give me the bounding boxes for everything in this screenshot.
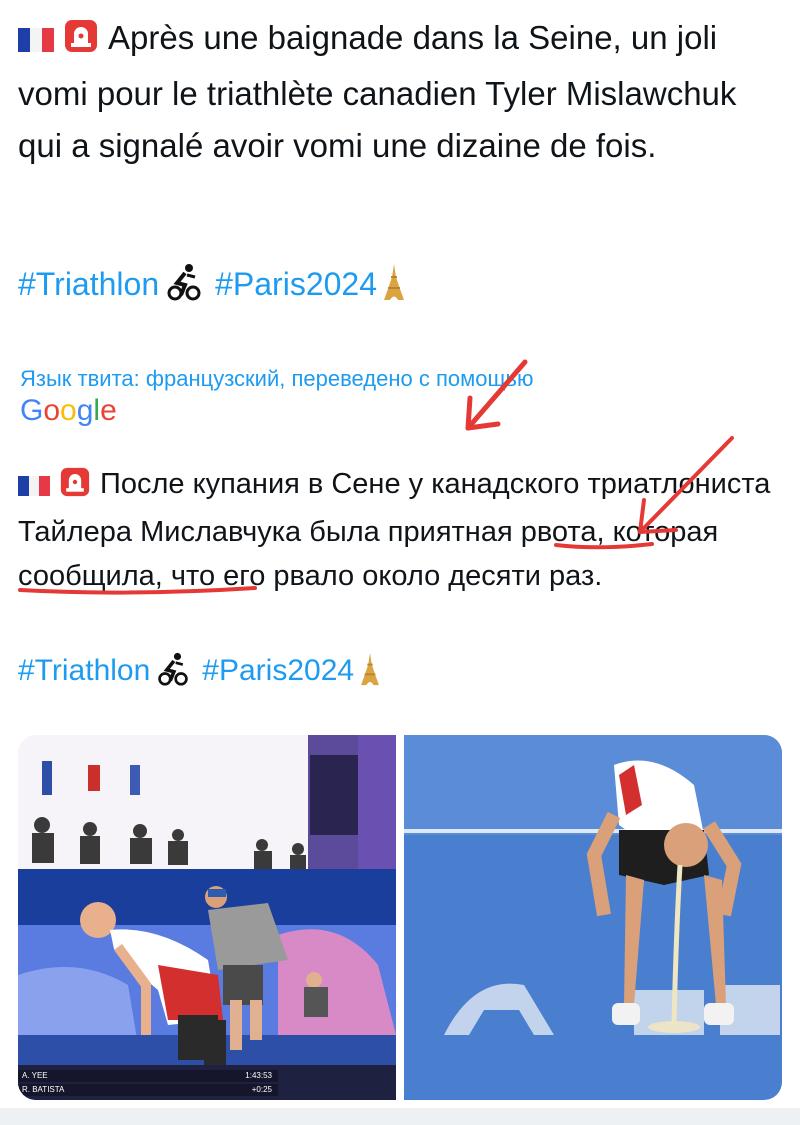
hashtag-paris2024[interactable]: #Paris2024 [202,654,354,687]
hashtag-paris2024[interactable]: #Paris2024 [215,266,377,302]
scoreboard-row: R. BATISTA +0:25 [18,1084,278,1096]
tweet: Après une baignade dans la Seine, un jol… [0,0,800,1125]
translated-text: После купания в Сене у канадского триатл… [18,462,788,598]
eiffel-tower-icon [383,263,405,316]
translated-hashtags: #Triathlon #Paris2024 [18,648,392,700]
france-flag-icon [18,16,54,68]
scoreboard-row: A. YEE 1:43:53 [18,1070,278,1082]
video-frame-image[interactable]: A. YEE 1:43:53 R. BATISTA +0:25 [18,735,396,1100]
translated-text-underlined: была приятная рвота [309,516,597,548]
translation-notice[interactable]: Язык твита: французский, переведено с по… [20,366,534,392]
original-hashtags: #Triathlon #Paris2024 [18,258,417,316]
triathlon-icon [165,263,203,316]
athlete-photo-image[interactable] [404,735,782,1100]
tweet-media[interactable]: A. YEE 1:43:53 R. BATISTA +0:25 [18,735,782,1100]
hashtag-triathlon[interactable]: #Triathlon [18,654,150,687]
siren-icon [64,16,98,68]
tweet-text-content: Après une baignade dans la Seine, un jol… [18,19,737,164]
hashtag-triathlon[interactable]: #Triathlon [18,266,159,302]
google-logo: Google [20,394,117,427]
france-flag-icon [18,466,50,510]
bottom-divider [0,1108,800,1125]
triathlon-icon [156,652,190,700]
siren-icon [60,466,90,510]
eiffel-tower-icon [360,652,380,700]
tweet-text: Après une baignade dans la Seine, un jol… [18,12,778,172]
